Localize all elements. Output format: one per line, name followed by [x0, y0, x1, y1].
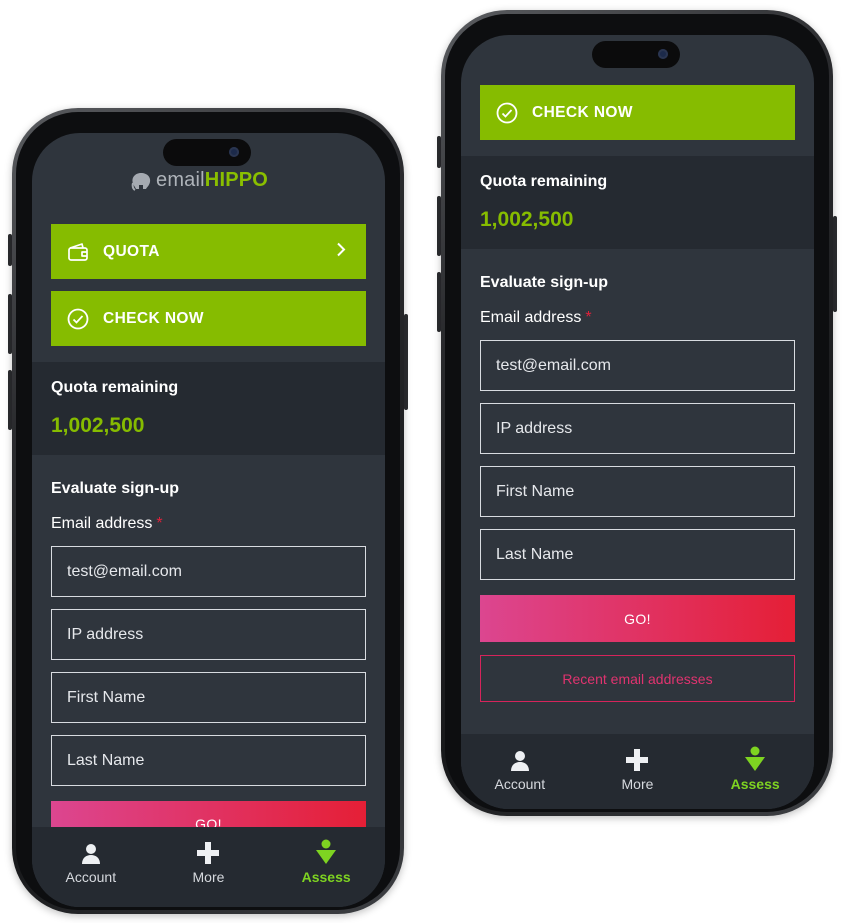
last-name-field[interactable]: Last Name [51, 735, 366, 786]
quota-remaining-panel: Quota remaining 1,002,500 [32, 362, 385, 455]
quota-button-label: QUOTA [103, 242, 160, 260]
quota-remaining-label: Quota remaining [51, 379, 179, 396]
check-now-label: CHECK NOW [532, 103, 633, 121]
logo-suffix: HIPPO [204, 169, 269, 191]
email-field[interactable]: test@email.com [51, 546, 366, 597]
logo-prefix: email [156, 169, 205, 191]
go-button[interactable]: GO! [480, 595, 795, 642]
required-marker: * [156, 515, 163, 532]
bottom-tab-bar: Account More Assess [461, 734, 814, 809]
required-marker: * [585, 309, 592, 326]
dynamic-island [592, 41, 680, 68]
tab-account-label: Account [65, 869, 117, 885]
email-label: Email address * [480, 309, 592, 327]
chevron-right-icon [336, 241, 346, 262]
email-field[interactable]: test@email.com [480, 340, 795, 391]
plus-icon [196, 839, 220, 865]
tab-more[interactable]: More [150, 827, 268, 907]
quota-remaining-label: Quota remaining [480, 173, 608, 190]
check-circle-icon [496, 102, 518, 124]
recent-email-addresses-button[interactable]: Recent email addresses [480, 655, 795, 702]
logo-text: emailHIPPO [156, 169, 268, 192]
email-label-text: Email address [51, 515, 153, 532]
wallet-icon [67, 241, 89, 263]
first-name-field[interactable]: First Name [51, 672, 366, 723]
quota-button[interactable]: QUOTA [51, 224, 366, 279]
dynamic-island [163, 139, 251, 166]
side-button [404, 314, 408, 410]
tab-more-label: More [192, 869, 225, 885]
assess-icon [744, 746, 766, 772]
account-icon [510, 746, 530, 772]
check-now-label: CHECK NOW [103, 309, 204, 327]
right-phone: CHECK NOW Quota remaining 1,002,500 Eval… [437, 10, 837, 816]
left-phone: emailHIPPO QUOTA CHECK NOW Quota remaini [8, 108, 408, 914]
first-name-field[interactable]: First Name [480, 466, 795, 517]
phone-screen: emailHIPPO QUOTA CHECK NOW Quota remaini [32, 133, 385, 907]
camera-icon [658, 49, 668, 59]
side-button [833, 216, 837, 312]
elephant-icon [130, 171, 152, 191]
ip-address-field[interactable]: IP address [51, 609, 366, 660]
evaluate-signup-title: Evaluate sign-up [51, 480, 180, 497]
tab-more-label: More [621, 776, 654, 792]
tab-assess[interactable]: Assess [696, 734, 814, 809]
email-label-text: Email address [480, 309, 582, 326]
plus-icon [625, 746, 649, 772]
check-circle-icon [67, 308, 89, 330]
bottom-tab-bar: Account More Assess [32, 827, 385, 907]
tab-assess-label: Assess [301, 869, 351, 885]
assess-icon [315, 839, 337, 865]
phone-screen: CHECK NOW Quota remaining 1,002,500 Eval… [461, 35, 814, 809]
email-label: Email address * [51, 515, 163, 533]
tab-account[interactable]: Account [32, 827, 150, 907]
tab-more[interactable]: More [579, 734, 697, 809]
tab-assess[interactable]: Assess [267, 827, 385, 907]
quota-remaining-panel: Quota remaining 1,002,500 [461, 156, 814, 249]
account-icon [81, 839, 101, 865]
last-name-field[interactable]: Last Name [480, 529, 795, 580]
camera-icon [229, 147, 239, 157]
emailhippo-logo: emailHIPPO [130, 169, 268, 192]
tab-assess-label: Assess [730, 776, 780, 792]
check-now-button[interactable]: CHECK NOW [480, 85, 795, 140]
ip-address-field[interactable]: IP address [480, 403, 795, 454]
evaluate-signup-title: Evaluate sign-up [480, 274, 609, 291]
tab-account[interactable]: Account [461, 734, 579, 809]
quota-remaining-value: 1,002,500 [480, 208, 574, 231]
tab-account-label: Account [494, 776, 546, 792]
quota-remaining-value: 1,002,500 [51, 414, 145, 437]
check-now-button[interactable]: CHECK NOW [51, 291, 366, 346]
